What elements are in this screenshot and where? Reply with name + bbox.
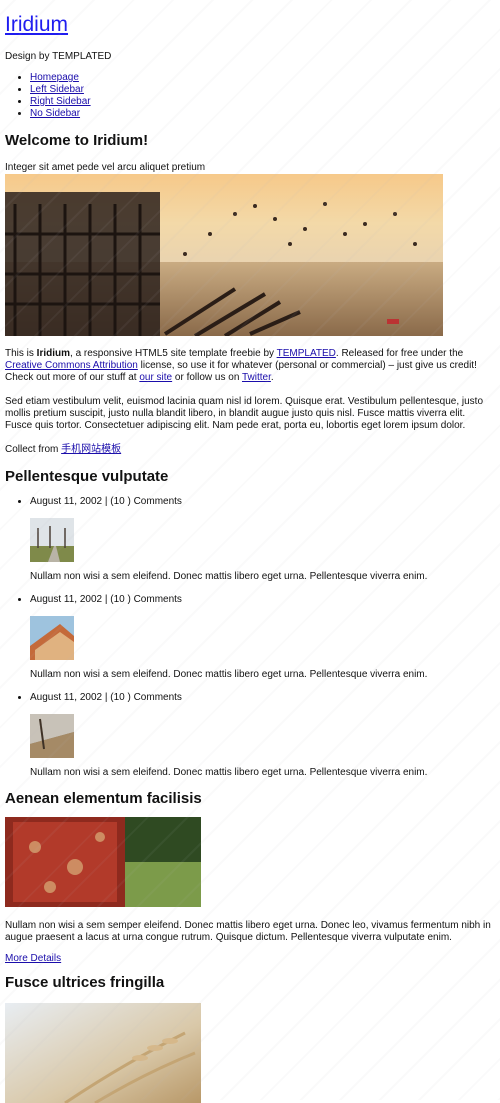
license-link[interactable]: Creative Commons Attribution xyxy=(5,360,138,371)
list-item: August 11, 2002 | (10 ) Comments Nullam … xyxy=(30,594,495,681)
templated-link[interactable]: TEMPLATED xyxy=(277,348,336,359)
nav-link-right-sidebar[interactable]: Right Sidebar xyxy=(30,96,91,107)
intro-text-middle: , a responsive HTML5 site template freeb… xyxy=(70,348,277,359)
welcome-subtitle: Integer sit amet pede vel arcu aliquet p… xyxy=(5,162,206,173)
more-details-link[interactable]: More Details xyxy=(5,953,495,965)
post-list: August 11, 2002 | (10 ) Comments Nullam … xyxy=(5,496,495,779)
page: Iridium Design by TEMPLATED Homepage Lef… xyxy=(0,0,500,1103)
intro-text-after-link: . Released for free under the xyxy=(335,348,464,359)
welcome-paragraph-2: Sed etiam vestibulum velit, euismod laci… xyxy=(5,396,484,431)
our-site-link[interactable]: our site xyxy=(139,372,172,383)
aenean-heading: Aenean elementum facilisis xyxy=(5,790,202,807)
nav-item-right-sidebar: Right Sidebar xyxy=(30,96,495,108)
nav-link-no-sidebar[interactable]: No Sidebar xyxy=(30,108,80,119)
aenean-text: Nullam non wisi a sem semper eleifend. D… xyxy=(5,920,491,943)
fusce-heading: Fusce ultrices fringilla xyxy=(5,974,165,991)
twitter-link[interactable]: Twitter xyxy=(242,372,271,383)
collect-prefix: Collect from xyxy=(5,444,62,455)
post-thumbnail[interactable] xyxy=(30,518,74,562)
intro-paragraph: This is Iridium, a responsive HTML5 site… xyxy=(5,348,495,384)
welcome-heading: Welcome to Iridium! xyxy=(5,132,149,149)
nav-link-left-sidebar[interactable]: Left Sidebar xyxy=(30,84,84,95)
nav-item-no-sidebar: No Sidebar xyxy=(30,108,495,120)
collect-link[interactable]: 手机网站模板 xyxy=(61,444,121,455)
intro-text-end: . xyxy=(270,372,274,383)
intro-brand: Iridium xyxy=(36,348,71,359)
site-title-link[interactable]: Iridium xyxy=(5,13,68,36)
nav-link-homepage[interactable]: Homepage xyxy=(30,72,79,83)
post-text: Nullam non wisi a sem eleifend. Donec ma… xyxy=(30,571,428,582)
post-meta: August 11, 2002 | (10 ) Comments xyxy=(30,496,182,507)
post-thumbnail[interactable] xyxy=(30,616,74,660)
intro-text-or-follow: or follow us on xyxy=(172,372,242,383)
post-text: Nullam non wisi a sem eleifend. Donec ma… xyxy=(30,767,428,778)
hero-image xyxy=(5,174,443,336)
list-item: August 11, 2002 | (10 ) Comments Nullam … xyxy=(30,692,495,779)
nav-item-homepage: Homepage xyxy=(30,72,495,84)
pellentesque-heading: Pellentesque vulputate xyxy=(5,468,169,485)
intro-text-prefix: This is xyxy=(5,348,37,359)
post-text: Nullam non wisi a sem eleifend. Donec ma… xyxy=(30,669,428,680)
aenean-image xyxy=(5,817,201,907)
post-thumbnail[interactable] xyxy=(30,714,74,758)
site-title: Iridium xyxy=(5,0,495,37)
post-meta: August 11, 2002 | (10 ) Comments xyxy=(30,692,182,703)
main-nav: Homepage Left Sidebar Right Sidebar No S… xyxy=(5,72,495,120)
post-meta: August 11, 2002 | (10 ) Comments xyxy=(30,594,182,605)
list-item: August 11, 2002 | (10 ) Comments Nullam … xyxy=(30,496,495,583)
collect-line: Collect from 手机网站模板 xyxy=(5,444,495,456)
nav-item-left-sidebar: Left Sidebar xyxy=(30,84,495,96)
byline: Design by TEMPLATED xyxy=(5,51,112,62)
fusce-image xyxy=(5,1003,201,1103)
